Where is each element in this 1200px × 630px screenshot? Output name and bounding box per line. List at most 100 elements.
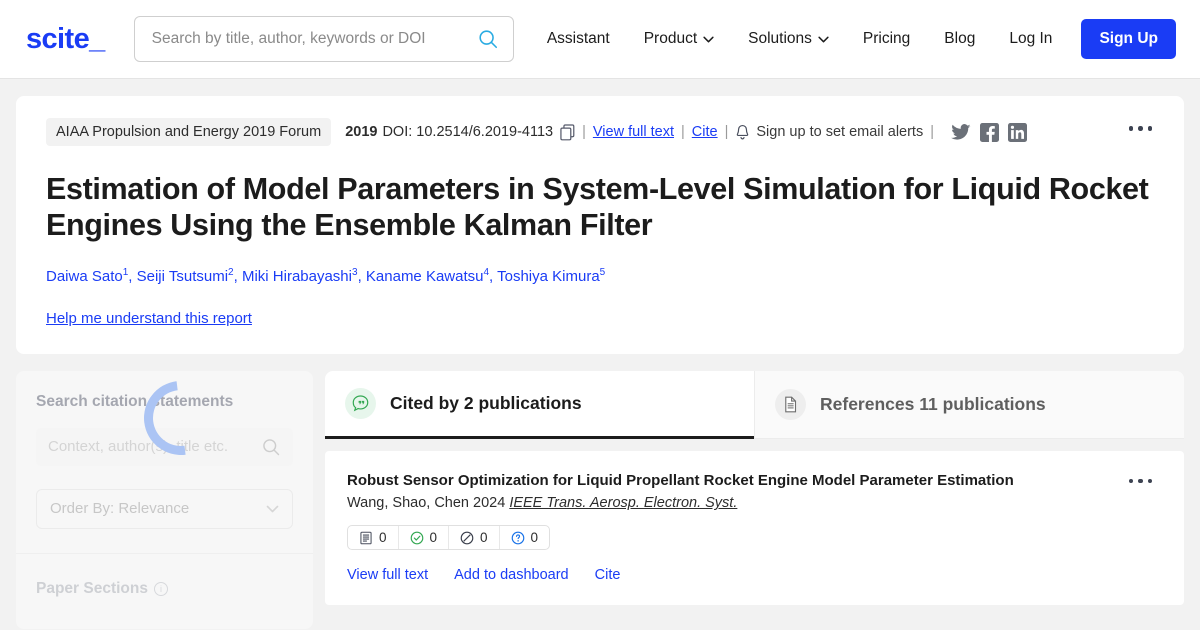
tab-cited-by[interactable]: Cited by 2 publications <box>325 371 754 439</box>
nav-item-assistant[interactable]: Assistant <box>530 19 627 59</box>
quote-bubble-icon <box>345 387 376 419</box>
result-more-options-button[interactable] <box>1123 473 1159 490</box>
document-icon <box>360 531 372 545</box>
dot <box>1128 126 1133 131</box>
global-search-box[interactable] <box>133 16 514 62</box>
dot <box>1147 126 1152 131</box>
scite-logo[interactable]: scite_ <box>26 23 105 56</box>
content-area: Search citation statements Order By: Rel… <box>16 365 1184 629</box>
publication-year: 2019 <box>345 124 378 140</box>
separator: | <box>582 124 586 140</box>
citation-metrics-group: 0 0 0 0 <box>347 525 551 551</box>
author-item[interactable]: Toshiya Kimura5 <box>497 267 605 285</box>
dot <box>1147 478 1152 484</box>
nav-item-solutions[interactable]: Solutions <box>731 19 846 59</box>
author-list: Daiwa Sato1, Seiji Tsutsumi2, Miki Hirab… <box>46 266 1160 287</box>
journal-badge[interactable]: AIAA Propulsion and Energy 2019 Forum <box>46 118 332 146</box>
author-name: Daiwa Sato <box>46 268 123 286</box>
separator: | <box>930 124 934 140</box>
nav-label: Log In <box>1009 30 1053 47</box>
metric-contrasting[interactable]: 0 <box>448 526 499 550</box>
mentioning-question-icon <box>511 531 524 545</box>
nav-item-login[interactable]: Log In <box>992 19 1069 59</box>
citation-title[interactable]: Robust Sensor Optimization for Liquid Pr… <box>347 471 1160 491</box>
add-to-dashboard-link[interactable]: Add to dashboard <box>454 567 568 583</box>
citation-actions: View full text Add to dashboard Cite <box>347 567 1160 583</box>
linkedin-icon[interactable] <box>1008 122 1027 142</box>
order-by-select[interactable]: Order By: Relevance <box>36 488 293 529</box>
metric-supporting[interactable]: 0 <box>397 526 449 550</box>
search-icon[interactable] <box>477 28 499 50</box>
separator: | <box>681 124 685 140</box>
cite-link[interactable]: Cite <box>595 567 621 583</box>
help-understand-report-link[interactable]: Help me understand this report <box>46 310 252 327</box>
nav-item-pricing[interactable]: Pricing <box>846 19 927 59</box>
paper-more-options-button[interactable] <box>1123 120 1159 137</box>
copy-icon[interactable] <box>560 123 575 141</box>
author-name: Seiji Tsutsumi <box>136 268 229 286</box>
citation-journal[interactable]: IEEE Trans. Aerosp. Electron. Syst. <box>509 495 737 511</box>
metric-count: 0 <box>379 530 387 546</box>
metric-count: 0 <box>429 530 438 546</box>
email-alerts-link[interactable]: Sign up to set email alerts <box>756 124 923 140</box>
metric-mentioning[interactable]: 0 <box>498 526 550 550</box>
page-title: Estimation of Model Parameters in System… <box>46 172 1149 242</box>
dot <box>1138 478 1143 484</box>
metric-total-citations[interactable]: 0 <box>348 526 398 549</box>
paper-header-card: AIAA Propulsion and Energy 2019 Forum 20… <box>16 96 1184 354</box>
nav-label: Pricing <box>862 30 911 47</box>
citation-authors: Wang, Shao, Chen <box>347 495 469 512</box>
chevron-down-icon <box>703 36 714 42</box>
citation-meta: Wang, Shao, Chen 2024 IEEE Trans. Aerosp… <box>347 495 1160 511</box>
chevron-down-icon <box>818 36 829 42</box>
sign-up-button[interactable]: Sign Up <box>1081 19 1176 59</box>
metric-count: 0 <box>530 530 539 546</box>
citation-year: 2024 <box>473 495 506 512</box>
twitter-icon[interactable] <box>951 123 971 141</box>
search-input[interactable] <box>151 30 477 48</box>
citation-result-card: Robust Sensor Optimization for Liquid Pr… <box>325 450 1184 606</box>
citation-filters-sidebar: Search citation statements Order By: Rel… <box>16 365 313 629</box>
logo-text: scite <box>26 22 90 55</box>
citations-panel: Cited by 2 publications References 11 pu… <box>325 370 1184 606</box>
author-separator: , <box>357 268 366 286</box>
citation-search-input[interactable] <box>48 438 261 456</box>
author-separator: , <box>128 268 137 286</box>
chevron-down-icon <box>266 505 279 513</box>
tab-label: Cited by 2 publications <box>390 392 582 413</box>
paper-sections-heading[interactable]: Paper Sections i <box>36 580 293 598</box>
citation-search-box[interactable] <box>36 427 293 466</box>
nav-item-blog[interactable]: Blog <box>927 19 992 59</box>
author-name: Miki Hirabayashi <box>241 268 352 286</box>
info-icon[interactable]: i <box>154 581 168 596</box>
logo-underscore: _ <box>89 22 105 55</box>
tab-label: References 11 publications <box>820 393 1046 414</box>
tab-bar: Cited by 2 publications References 11 pu… <box>325 370 1184 439</box>
author-item[interactable]: Kaname Kawatsu4 <box>365 267 489 286</box>
nav-label: Product <box>643 30 698 47</box>
search-icon[interactable] <box>261 437 281 457</box>
cite-link[interactable]: Cite <box>692 124 718 140</box>
document-icon <box>775 388 806 420</box>
author-name: Kaname Kawatsu <box>365 268 484 286</box>
view-full-text-link[interactable]: View full text <box>593 124 674 140</box>
order-by-value: Order By: Relevance <box>50 500 190 518</box>
results-list: Robust Sensor Optimization for Liquid Pr… <box>325 438 1184 606</box>
divider <box>16 552 313 554</box>
bell-icon[interactable] <box>735 124 750 141</box>
author-item[interactable]: Seiji Tsutsumi2 <box>136 267 234 286</box>
nav-item-product[interactable]: Product <box>627 19 731 59</box>
contrasting-slash-icon <box>460 531 474 545</box>
sidebar-heading: Search citation statements <box>36 392 234 410</box>
paper-sections-label: Paper Sections <box>36 579 148 597</box>
nav-label: Assistant <box>546 30 610 47</box>
view-full-text-link[interactable]: View full text <box>347 567 428 583</box>
author-item[interactable]: Daiwa Sato1 <box>46 267 128 286</box>
social-share-group <box>951 122 1027 142</box>
facebook-icon[interactable] <box>980 122 999 142</box>
author-item[interactable]: Miki Hirabayashi3 <box>241 267 358 286</box>
paper-metadata-row: AIAA Propulsion and Energy 2019 Forum 20… <box>46 118 1160 146</box>
nav-label: Blog <box>944 30 976 47</box>
main-navigation: Assistant Product Solutions Pricing Blog… <box>530 19 1176 59</box>
tab-references[interactable]: References 11 publications <box>755 370 1184 439</box>
